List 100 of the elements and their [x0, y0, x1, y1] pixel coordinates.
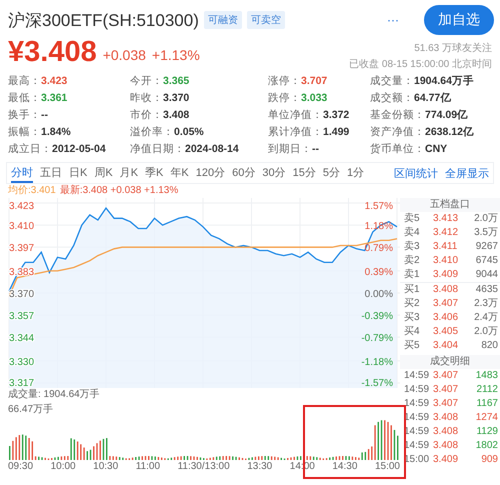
chart-tab[interactable]: 五日 — [40, 164, 62, 182]
chart-tab[interactable]: 周K — [94, 164, 113, 182]
chart-tab[interactable]: 120分 — [196, 164, 226, 182]
trade-price: 3.407 — [433, 383, 460, 397]
stat-value: CNY — [425, 143, 448, 155]
axis-label: 3.357 — [9, 311, 34, 322]
stat-value: 0.05% — [174, 126, 204, 138]
trade-volume: 1274 — [474, 411, 498, 425]
order-level: 卖3 — [404, 240, 421, 254]
chart-link[interactable]: 区间统计 — [394, 166, 438, 180]
trade-volume: 1483 — [474, 369, 498, 383]
chart-tab[interactable]: 年K — [170, 164, 189, 182]
axis-label: 3.330 — [9, 356, 34, 368]
chart-tab[interactable]: 季K — [145, 164, 164, 182]
trade-volume: 909 — [480, 453, 498, 467]
trade-time: 14:59 — [404, 439, 430, 453]
trade-time: 14:59 — [404, 411, 430, 425]
trade-time: 14:59 — [404, 369, 430, 383]
stat-value: 774.09亿 — [425, 109, 468, 121]
order-level: 买2 — [404, 297, 421, 311]
axis-label: 13:30 — [247, 460, 272, 474]
order-level: 买4 — [404, 325, 421, 339]
stat-value: 1.499 — [323, 126, 350, 138]
trade-time: 15:00 — [404, 453, 430, 467]
follow-button[interactable]: 加自选 — [424, 5, 494, 35]
stat-value: 2024-08-14 — [185, 143, 239, 155]
order-price: 3.413 — [433, 212, 460, 226]
order-price: 3.410 — [433, 254, 460, 268]
price: ¥3.408 — [8, 36, 97, 68]
stat-label: 溢价率： — [130, 126, 174, 138]
axis-label: -1.18% — [361, 356, 393, 368]
chart-tab[interactable]: 5分 — [322, 164, 340, 182]
trade-price: 3.408 — [433, 411, 460, 425]
stat-value: 64.77亿 — [414, 92, 452, 104]
order-volume: 2.4万 — [473, 311, 498, 325]
stat-value: 2638.12亿 — [425, 126, 474, 138]
chart-link[interactable]: 全屏显示 — [445, 166, 489, 180]
volume-max-label: 66.47万手 — [8, 402, 54, 416]
stat-value: 1904.64万手 — [414, 75, 474, 87]
tag: 可卖空 — [246, 11, 285, 29]
followers-count: 51.63 万球友关注 — [414, 42, 492, 55]
order-price: 3.407 — [433, 297, 460, 311]
axis-label: 14:30 — [332, 460, 358, 474]
chart-tab[interactable]: 60分 — [232, 164, 256, 182]
order-volume: 3.5万 — [473, 226, 498, 240]
chart-tab[interactable]: 分时 — [11, 164, 33, 182]
axis-label: 11:30/13:00 — [178, 460, 230, 474]
order-price: 3.412 — [433, 226, 460, 240]
stat-label: 今开： — [130, 75, 163, 87]
trade-volume: 1129 — [475, 425, 498, 439]
chart-tab[interactable]: 1分 — [346, 164, 364, 182]
trade-price: 3.408 — [433, 425, 460, 439]
price-change: +0.038 — [102, 47, 146, 63]
axis-label: 3.397 — [9, 243, 34, 254]
trade-price: 3.407 — [433, 397, 460, 411]
chart-tab[interactable]: 15分 — [292, 164, 316, 182]
stat-label: 净值日期： — [130, 143, 185, 155]
order-level: 买5 — [404, 339, 421, 353]
axis-label: 3.344 — [9, 333, 34, 344]
order-volume: 2.0万 — [473, 325, 498, 339]
average-price: 均价:3.401 — [8, 185, 56, 197]
stat-value: -- — [312, 143, 319, 155]
stat-label: 累计净值： — [268, 126, 323, 138]
stat-value: 1.84% — [41, 126, 71, 138]
stat-label: 振幅： — [8, 126, 41, 138]
axis-label: 0.39% — [364, 266, 393, 278]
order-level: 买1 — [404, 283, 421, 297]
stat-label: 市价： — [130, 109, 163, 121]
axis-label: 11:00 — [136, 460, 160, 474]
stat-label: 单位净值： — [268, 109, 323, 121]
chart-tab[interactable]: 月K — [120, 164, 138, 182]
volume-label: 成交量: 1904.64万手 — [8, 389, 100, 400]
stat-label: 成交额： — [370, 92, 414, 104]
market-status: 已收盘 08-15 15:00:00 北京时间 — [349, 58, 492, 71]
order-level: 卖5 — [404, 212, 421, 226]
axis-label: 3.423 — [9, 201, 34, 212]
stat-value: 3.370 — [163, 92, 190, 104]
stat-label: 到期日： — [268, 143, 312, 155]
stat-value: 3.408 — [163, 109, 190, 121]
order-volume: 820 — [480, 339, 498, 353]
more-button[interactable]: ··· — [387, 13, 399, 27]
chart-tab[interactable]: 日K — [69, 164, 88, 182]
stat-label: 涨停： — [268, 75, 301, 87]
order-price: 3.411 — [433, 240, 458, 254]
axis-label: 10:00 — [50, 460, 76, 474]
trade-price: 3.408 — [433, 439, 460, 453]
axis-label: 10:30 — [93, 460, 118, 474]
axis-label: -1.57% — [361, 378, 393, 388]
stat-label: 资产净值： — [370, 126, 425, 138]
trade-time: 14:59 — [404, 383, 430, 397]
stat-label: 基金份额： — [370, 109, 425, 121]
stock-title: 沪深300ETF(SH:510300) — [8, 10, 199, 32]
chart-tab[interactable]: 30分 — [262, 164, 286, 182]
stat-value: 3.423 — [41, 75, 68, 87]
stat-value: -- — [41, 109, 48, 121]
stat-label: 跌停： — [268, 92, 301, 104]
order-level: 买3 — [404, 311, 421, 325]
stat-value: 3.372 — [323, 109, 350, 121]
stat-label: 成立日： — [8, 143, 52, 155]
axis-label: 3.317 — [9, 378, 34, 388]
